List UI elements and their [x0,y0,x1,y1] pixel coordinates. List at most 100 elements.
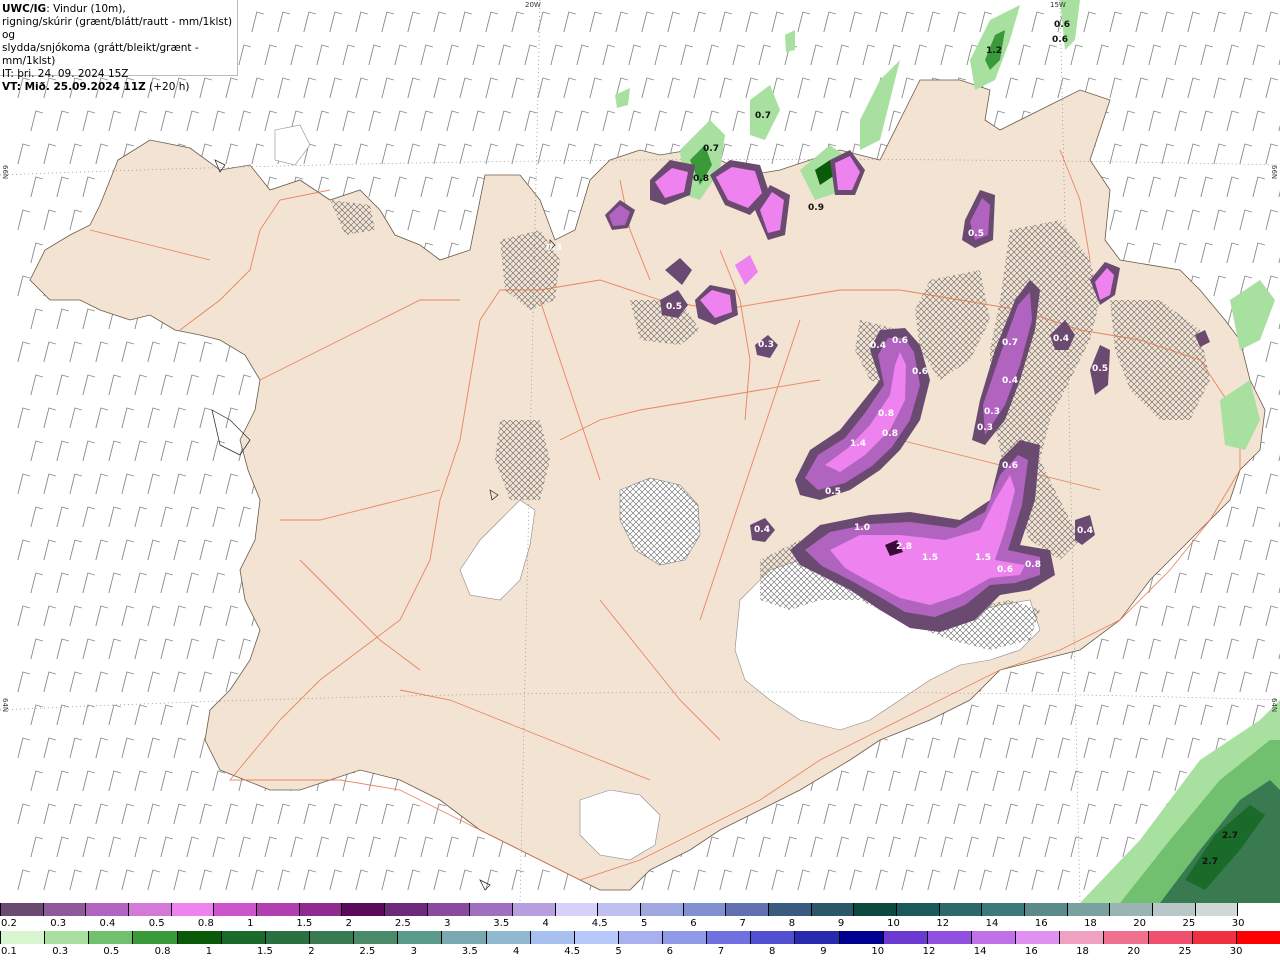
lon-label-20w: 20W [525,1,541,9]
legend-label: 16 [1025,946,1038,957]
precip-value-label: 1.5 [975,553,991,563]
lon-label-15w: 15W [1050,1,1066,9]
info-line-2: rigning/skúrir (grænt/blátt/rautt - mm/1… [2,16,233,41]
legend-swatch [1059,931,1104,944]
lat-label-right-66n: 66N [1270,165,1278,180]
legend-swatch [128,903,171,916]
lat-label-right-64n: 64N [1270,698,1278,713]
legend-swatch [1103,931,1148,944]
legend-label: 3.5 [493,918,510,929]
legend-rain-scale [0,931,1280,945]
legend-label: 1 [247,918,254,929]
legend-swatch [512,903,555,916]
legend-swatch [85,903,128,916]
legend-label: 18 [1084,918,1097,929]
legend-swatch [1109,903,1152,916]
legend-swatch [750,931,795,944]
legend-label: 8 [769,946,776,957]
legend-swatch [132,931,177,944]
legend-label: 14 [985,918,999,929]
legend-label: 3.5 [461,946,478,957]
precip-value-label: 1.5 [922,553,938,563]
legend-swatch [220,931,265,944]
model-name: UWC/IG [2,3,47,15]
legend-rain-labels: 0.1 0.3 0.5 0.8 1 1.5 2 2.5 3 3.5 4 4.5 5 6 7 8 9 10 12 14 1… [0,946,1280,958]
legend-label: 4.5 [591,918,608,929]
legend-label: 12 [936,918,950,929]
legend-swatch [353,931,398,944]
info-line-1: UWC/IG: Vindur (10m), [2,3,235,16]
legend-swatch [256,903,299,916]
legend-snow-scale [0,903,1280,917]
info-line-1-text: : Vindur (10m), [46,3,126,15]
weather-map[interactable]: 0.6 0.6 1.2 0.7 0.7 0.8 0.9 0.5 0.3 0.5 0.3 0.4 0.6 0… [0,0,1280,903]
legend-label: 0.8 [197,918,214,929]
precip-value-label: 0.7 [1002,338,1018,348]
legend-swatch [640,903,683,916]
legend-label: 4.5 [564,946,581,957]
precip-value-label: 0.6 [1054,20,1070,30]
legend-label: 25 [1182,918,1196,929]
legend-label: 1 [205,946,213,957]
legend-swatch [1152,903,1195,916]
legend-label: 18 [1076,946,1089,957]
precip-value-label: 2.7 [1222,831,1238,841]
legend-swatch [662,931,707,944]
precip-value-label: 0.3 [758,340,774,350]
legend-label: 12 [922,946,936,957]
legend-swatch [264,931,309,944]
legend-swatch [896,903,939,916]
legend-label: 8 [788,918,796,929]
precip-value-label: 0.4 [1002,376,1018,386]
legend-swatch [0,903,43,916]
precip-value-label: 0.6 [1052,35,1068,45]
info-line-5: VT: Mið. 25.09.2024 11Z (+20 h) [2,81,235,94]
precip-value-label: 0.6 [912,367,928,377]
legend-swatch [1066,903,1110,916]
legend-label: 3 [444,918,451,929]
legend-swatch [1147,931,1192,944]
precip-value-label: 0.3 [546,243,562,253]
precip-value-label: 0.6 [1002,461,1018,471]
legend-label: 0.5 [148,918,165,929]
legend-swatch [725,903,768,916]
legend-swatch [529,931,574,944]
legend-label: 14 [973,946,987,957]
legend-label: 6 [666,946,673,957]
legend-label: 5 [641,918,648,929]
legend-swatch [341,903,384,916]
legend-label: 7 [739,918,746,929]
legend-swatch [213,903,256,916]
legend-swatch [1194,903,1238,916]
precip-value-label: 1.0 [854,523,870,533]
precip-value-label: 0.4 [1053,334,1069,344]
legend-label: 10 [871,946,885,957]
legend-swatch [938,903,982,916]
precip-value-label: 0.8 [693,174,709,184]
legend-label: 0.2 [1,918,17,929]
legend-swatch [682,903,726,916]
legend-swatch [981,903,1024,916]
legend-swatch [794,931,839,944]
legend-swatch [971,931,1016,944]
map-info-box: UWC/IG: Vindur (10m), rigning/skúrir (gr… [0,0,238,93]
precip-value-label: 0.8 [878,409,894,419]
legend-label: 30 [1229,946,1243,957]
info-line-3: slydda/snjókoma (grátt/bleikt/grænt - mm… [2,42,199,67]
legend-swatch [1015,931,1060,944]
legend-label: 30 [1231,918,1245,929]
legend-swatch [88,931,133,944]
precip-value-label: 2.7 [1202,857,1218,867]
precip-value-label: 0.7 [703,144,719,154]
legend-label: 25 [1178,946,1192,957]
legend-swatch [485,931,530,944]
lat-label-left-64n: 64N [1,698,9,713]
legend-label: 0.5 [103,946,120,957]
legend-swatch [170,903,214,916]
legend-swatch [617,931,663,944]
precip-value-label: 0.6 [997,565,1013,575]
precip-value-label: 0.5 [968,229,984,239]
precip-value-label: 0.9 [808,203,824,213]
precip-value-label: 0.4 [754,525,770,535]
precip-value-label: 0.8 [882,429,898,439]
